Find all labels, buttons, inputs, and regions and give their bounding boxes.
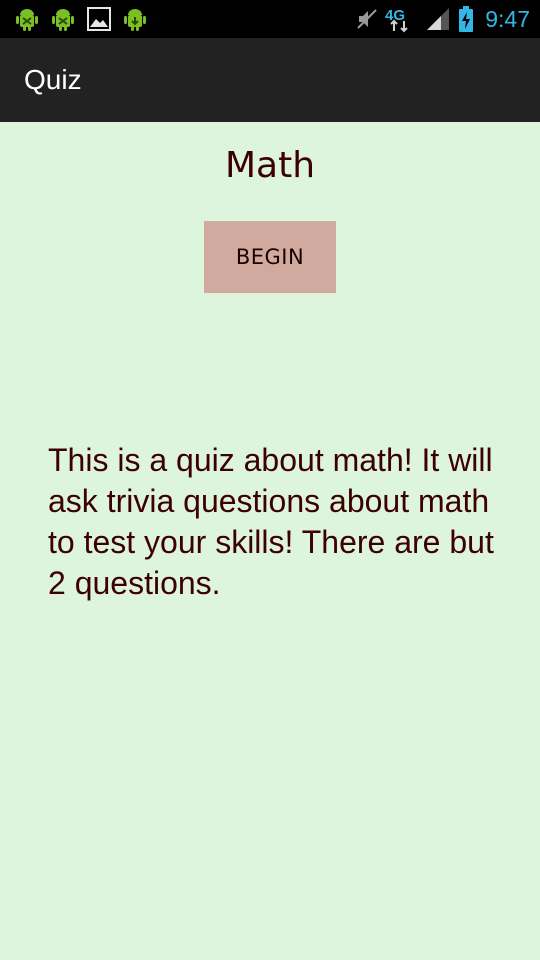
status-bar: 4G 9:47 [0, 0, 540, 38]
quiz-title: Math [224, 145, 316, 186]
android-warning-icon [52, 9, 74, 31]
signal-icon [427, 8, 450, 30]
battery-charging-icon [459, 6, 474, 32]
android-debug-icon [16, 9, 38, 31]
android-download-icon [124, 9, 146, 31]
mute-icon [357, 9, 377, 29]
app-title: Quiz [24, 64, 82, 95]
system-icons: 4G 9:47 [355, 4, 530, 34]
begin-button[interactable]: BEGIN [204, 221, 336, 293]
notification-icons [14, 7, 148, 31]
picture-icon [87, 7, 111, 31]
clock-time: 9:47 [485, 6, 530, 32]
quiz-description: This is a quiz about math! It will ask t… [48, 442, 494, 601]
action-bar: Quiz [0, 38, 540, 122]
quiz-content: Math BEGIN This is a quiz about math! It… [0, 122, 540, 960]
network-4g-icon: 4G [385, 7, 408, 33]
